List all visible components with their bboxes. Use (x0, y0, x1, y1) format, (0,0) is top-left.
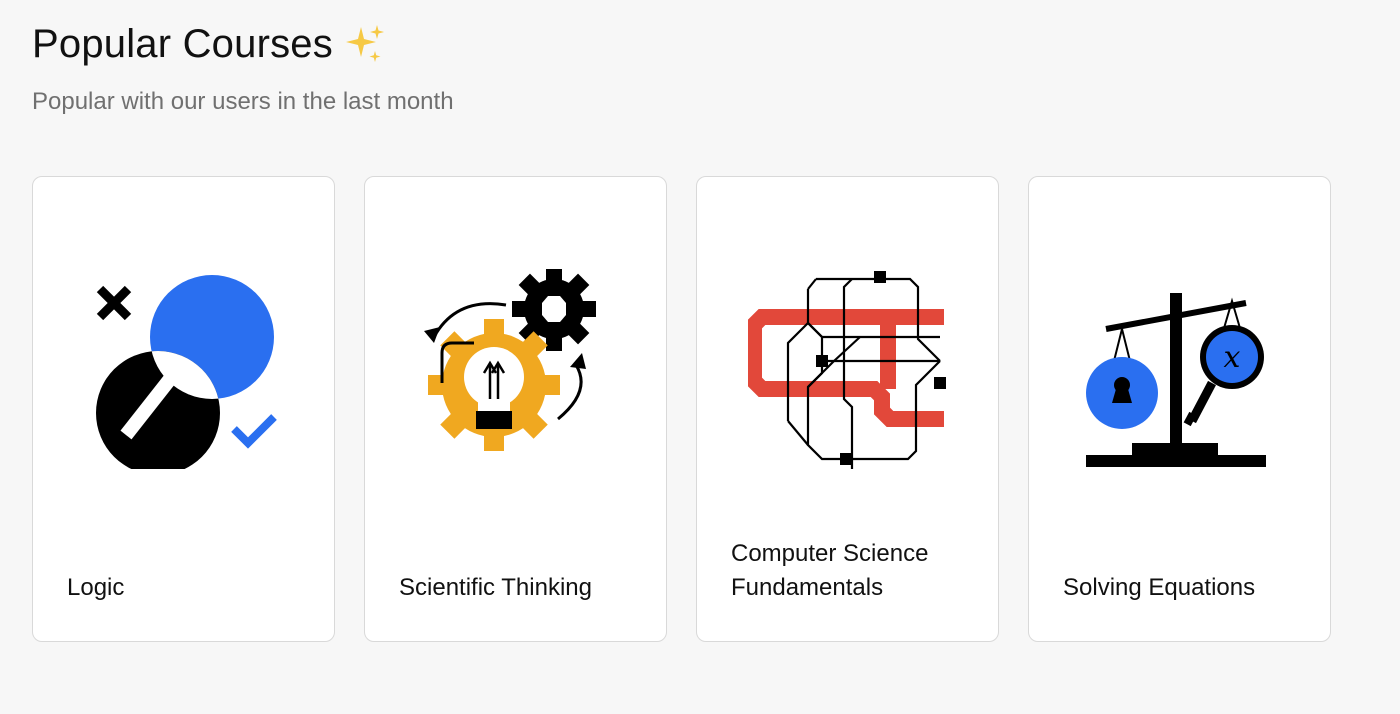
venn-magnifier-icon (96, 275, 277, 469)
section-subtitle: Popular with our users in the last month (32, 88, 454, 115)
course-title: Scientific Thinking (399, 574, 592, 601)
check-icon (231, 414, 277, 449)
course-title: Solving Equations (1063, 574, 1256, 601)
course-card-scientific-thinking[interactable]: Scientific Thinking (364, 176, 667, 642)
course-title: Computer Science Fundamentals (731, 540, 929, 601)
section-title-text: Popular Courses (32, 22, 333, 66)
x-mark-icon (96, 285, 132, 321)
lightbulb-gear-icon (424, 269, 596, 451)
svg-text:x: x (1224, 340, 1241, 375)
course-card-computer-science-fundamentals[interactable]: Computer Science Fundamentals (696, 176, 999, 642)
popular-courses-section: Popular Courses Popular with our users i… (0, 0, 1400, 714)
course-card-logic[interactable]: Logic (32, 176, 335, 642)
section-title: Popular Courses (32, 22, 387, 67)
circuit-icon (748, 271, 946, 469)
balance-scale-icon: x (1086, 293, 1266, 467)
sparkles-icon (345, 24, 384, 62)
course-card-list: Logic Scientific Thinking Computer Scien… (32, 176, 1331, 642)
course-card-solving-equations[interactable]: x Solving Equations (1028, 176, 1331, 642)
course-title: Logic (67, 574, 125, 601)
